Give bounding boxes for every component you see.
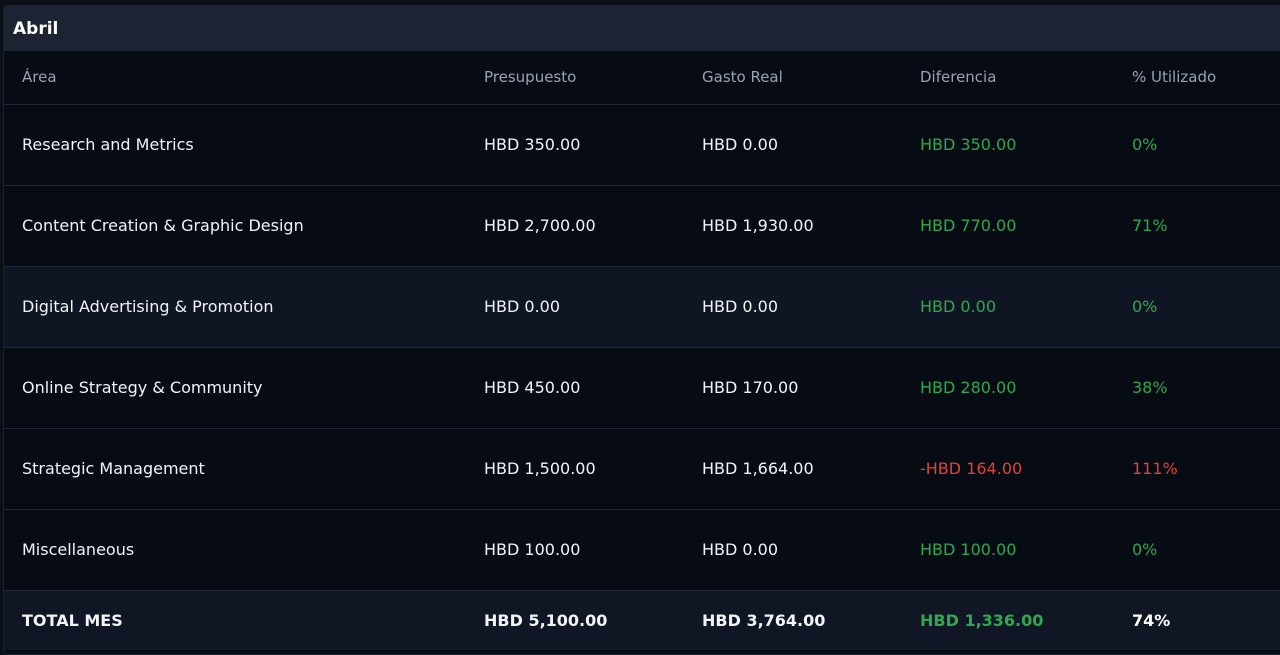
cell-difference: HBD 280.00 xyxy=(919,347,1131,429)
cell-budget: HBD 100.00 xyxy=(483,509,701,591)
budget-panel: Abril Área Presupuesto Gasto Real Difere… xyxy=(3,5,1280,655)
table-row[interactable]: Strategic Management HBD 1,500.00 HBD 1,… xyxy=(4,428,1280,510)
cell-spent: HBD 170.00 xyxy=(701,347,919,429)
cell-spent: HBD 0.00 xyxy=(701,509,919,591)
cell-area: Miscellaneous xyxy=(4,509,483,591)
table-header: Área Presupuesto Gasto Real Diferencia %… xyxy=(4,51,1280,105)
cell-percent-used: 38% xyxy=(1131,347,1280,429)
cell-difference: HBD 100.00 xyxy=(919,509,1131,591)
cell-percent-used: 0% xyxy=(1131,509,1280,591)
cell-percent-used: 71% xyxy=(1131,185,1280,267)
table-row[interactable]: Online Strategy & Community HBD 450.00 H… xyxy=(4,347,1280,429)
cell-area: Digital Advertising & Promotion xyxy=(4,266,483,348)
column-header-spent[interactable]: Gasto Real xyxy=(701,51,919,105)
column-header-budget[interactable]: Presupuesto xyxy=(483,51,701,105)
cell-spent: HBD 0.00 xyxy=(701,266,919,348)
column-header-area[interactable]: Área xyxy=(4,51,483,105)
panel-title: Abril xyxy=(13,18,59,39)
total-budget: HBD 5,100.00 xyxy=(484,610,608,630)
total-label: TOTAL MES xyxy=(22,610,123,630)
cell-area: Content Creation & Graphic Design xyxy=(4,185,483,267)
cell-percent-used: 0% xyxy=(1131,266,1280,348)
column-header-percent-used[interactable]: % Utilizado xyxy=(1131,51,1280,105)
total-difference: HBD 1,336.00 xyxy=(920,610,1044,630)
table-row[interactable]: Digital Advertising & Promotion HBD 0.00… xyxy=(4,266,1280,348)
cell-difference: HBD 350.00 xyxy=(919,104,1131,186)
column-header-difference[interactable]: Diferencia xyxy=(919,51,1131,105)
table-row[interactable]: Miscellaneous HBD 100.00 HBD 0.00 HBD 10… xyxy=(4,509,1280,591)
cell-budget: HBD 350.00 xyxy=(483,104,701,186)
cell-spent: HBD 0.00 xyxy=(701,104,919,186)
table-row[interactable]: Research and Metrics HBD 350.00 HBD 0.00… xyxy=(4,104,1280,186)
cell-percent-used: 111% xyxy=(1131,428,1280,510)
cell-area: Strategic Management xyxy=(4,428,483,510)
cell-budget: HBD 2,700.00 xyxy=(483,185,701,267)
header-row: Área Presupuesto Gasto Real Diferencia %… xyxy=(4,51,1280,105)
cell-area: Online Strategy & Community xyxy=(4,347,483,429)
cell-difference: HBD 770.00 xyxy=(919,185,1131,267)
budget-table: Área Presupuesto Gasto Real Diferencia %… xyxy=(4,51,1280,650)
cell-budget: HBD 0.00 xyxy=(483,266,701,348)
cell-spent: HBD 1,930.00 xyxy=(701,185,919,267)
cell-difference: -HBD 164.00 xyxy=(919,428,1131,510)
panel-header: Abril xyxy=(4,6,1280,51)
total-spent: HBD 3,764.00 xyxy=(702,610,826,630)
cell-difference: HBD 0.00 xyxy=(919,266,1131,348)
cell-area: Research and Metrics xyxy=(4,104,483,186)
total-row: TOTAL MES HBD 5,100.00 HBD 3,764.00 HBD … xyxy=(4,590,1280,650)
cell-percent-used: 0% xyxy=(1131,104,1280,186)
cell-budget: HBD 1,500.00 xyxy=(483,428,701,510)
cell-spent: HBD 1,664.00 xyxy=(701,428,919,510)
total-percent-used: 74% xyxy=(1132,610,1171,630)
cell-budget: HBD 450.00 xyxy=(483,347,701,429)
table-row[interactable]: Content Creation & Graphic Design HBD 2,… xyxy=(4,185,1280,267)
table-body: Research and Metrics HBD 350.00 HBD 0.00… xyxy=(4,104,1280,650)
